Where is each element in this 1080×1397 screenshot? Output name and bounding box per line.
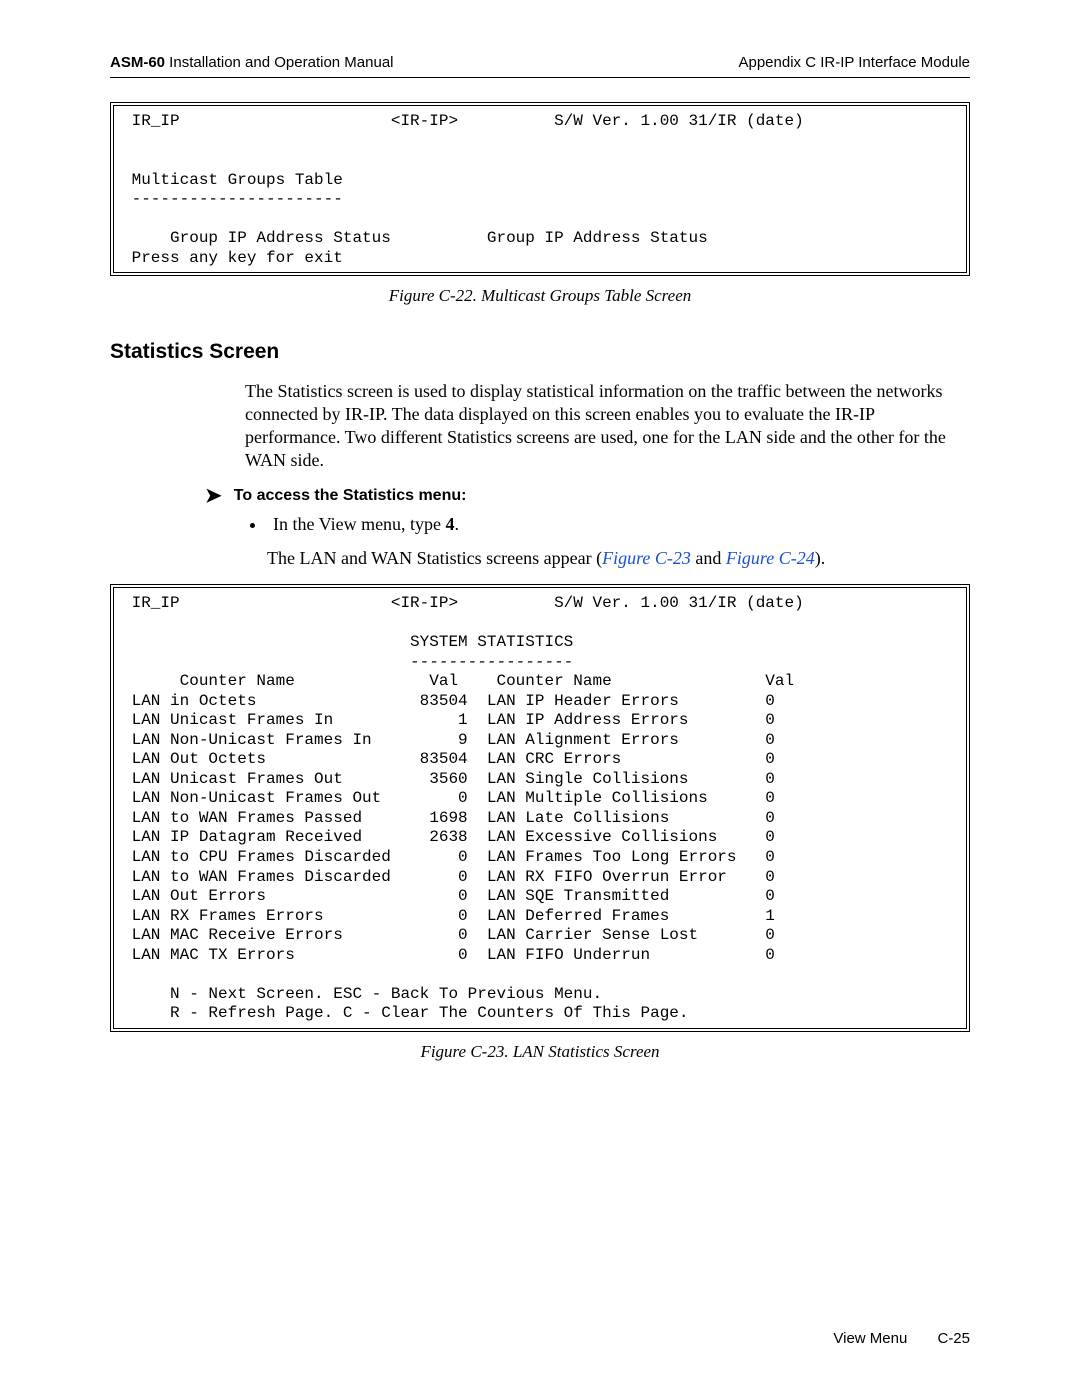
- page: ASM-60 Installation and Operation Manual…: [0, 0, 1080, 1397]
- step-key: 4: [446, 514, 455, 534]
- figure-caption-c23: Figure C-23. LAN Statistics Screen: [110, 1042, 970, 1062]
- figure-ref-c24[interactable]: Figure C-24: [726, 548, 815, 568]
- multicast-terminal: IR_IP <IR-IP> S/W Ver. 1.00 31/IR (date)…: [110, 102, 970, 276]
- header-title-rest: Installation and Operation Manual: [165, 54, 393, 71]
- header-right: Appendix C IR-IP Interface Module: [738, 54, 970, 71]
- header-left: ASM-60 Installation and Operation Manual: [110, 54, 394, 71]
- result-pre: The LAN and WAN Statistics screens appea…: [267, 548, 602, 568]
- section-heading: Statistics Screen: [110, 340, 970, 364]
- arrow-icon: ➤: [205, 486, 222, 506]
- procedure-steps: In the View menu, type 4.: [245, 514, 970, 535]
- procedure-heading: ➤ To access the Statistics menu:: [205, 486, 970, 506]
- paragraph-1: The Statistics screen is used to display…: [245, 380, 970, 472]
- footer-page-number: C-25: [937, 1330, 970, 1347]
- result-post: ).: [815, 548, 826, 568]
- step-text-post: .: [455, 514, 460, 534]
- step-1: In the View menu, type 4.: [267, 514, 970, 535]
- body-block: The Statistics screen is used to display…: [245, 380, 970, 472]
- figure-ref-c23[interactable]: Figure C-23: [602, 548, 691, 568]
- procedure-heading-text: To access the Statistics menu:: [234, 487, 467, 505]
- header-product: ASM-60: [110, 54, 165, 71]
- step-text-pre: In the View menu, type: [273, 514, 446, 534]
- statistics-terminal: IR_IP <IR-IP> S/W Ver. 1.00 31/IR (date)…: [110, 584, 970, 1031]
- result-paragraph: The LAN and WAN Statistics screens appea…: [267, 547, 970, 570]
- result-mid: and: [691, 548, 726, 568]
- footer-label: View Menu: [833, 1330, 907, 1347]
- page-footer: View Menu C-25: [833, 1330, 970, 1347]
- figure-caption-c22: Figure C-22. Multicast Groups Table Scre…: [110, 286, 970, 306]
- page-header: ASM-60 Installation and Operation Manual…: [110, 54, 970, 78]
